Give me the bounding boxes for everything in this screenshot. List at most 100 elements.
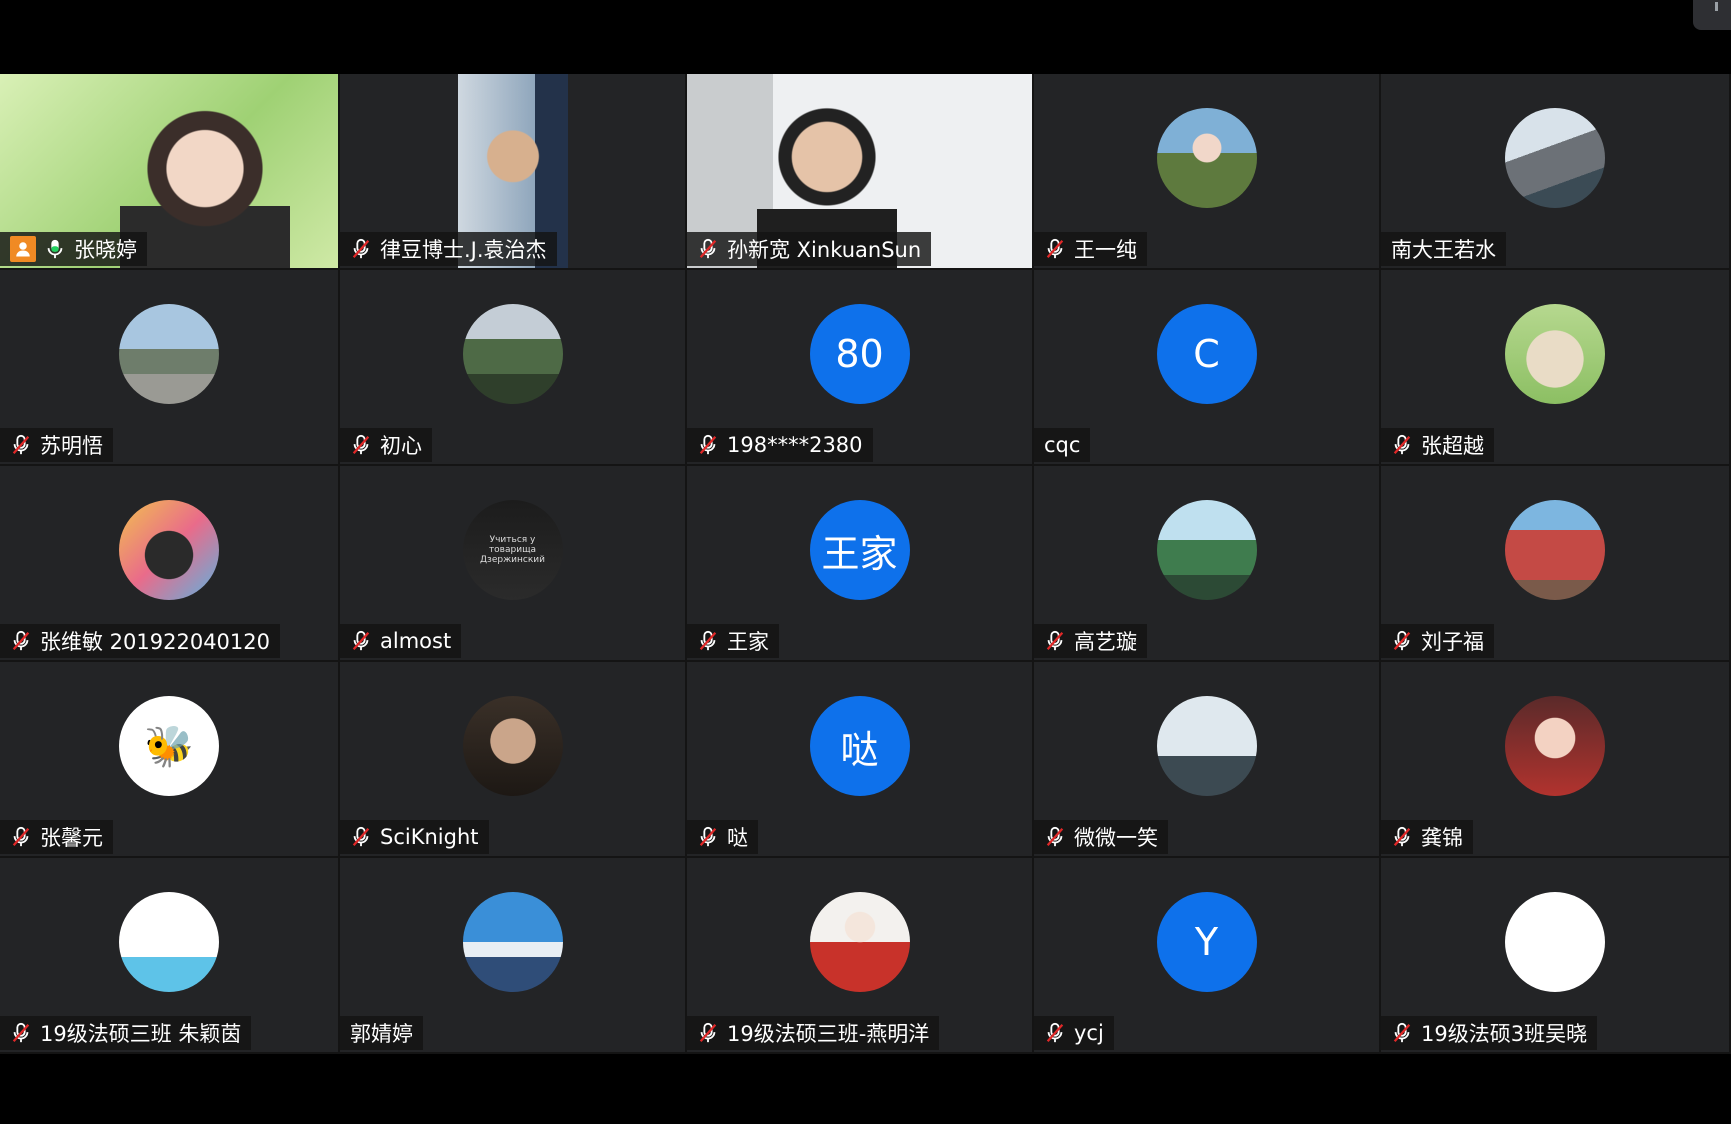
participant-name-tag: 19级法硕三班-燕明洋	[687, 1016, 940, 1050]
participant-name: 龚锦	[1421, 826, 1463, 850]
gallery-grid: 张晓婷 律豆博士.J.袁治杰 孙新宽 XinkuanSun 王一纯 南大王若水苏明悟 初心…	[0, 74, 1731, 1054]
participant-tile[interactable]: 郭婧婷	[340, 858, 687, 1054]
participant-name-tag: 孙新宽 XinkuanSun	[687, 232, 932, 266]
doodle-drawing-icon	[119, 892, 219, 992]
participant-name-tag: 王家	[687, 624, 779, 658]
participant-tile[interactable]: 哒哒	[687, 662, 1034, 858]
participant-name-tag: 郭婧婷	[340, 1016, 423, 1050]
participant-name: 微微一笑	[1074, 826, 1158, 850]
participant-name-tag: 哒	[687, 820, 758, 854]
participant-name: 刘子福	[1421, 630, 1484, 654]
participant-tile[interactable]: Учиться у товарища Дзержинский almost	[340, 466, 687, 662]
mic-muted-icon	[352, 826, 370, 847]
mic-muted-icon	[1046, 630, 1064, 651]
rainbow-apple-logo-icon	[1505, 892, 1605, 992]
mic-muted-icon	[1393, 1022, 1411, 1043]
participant-name-tag: 王一纯	[1034, 232, 1147, 266]
participant-tile[interactable]: 南大王若水	[1381, 74, 1731, 270]
participant-name: 孙新宽 XinkuanSun	[727, 238, 922, 262]
participant-name-tag: 张晓婷	[0, 232, 147, 266]
poster-photo-icon: Учиться у товарища Дзержинский	[462, 500, 563, 600]
participant-name-tag: 高艺璇	[1034, 624, 1147, 658]
sky-photo-icon	[1156, 696, 1257, 796]
participant-tile[interactable]: 孙新宽 XinkuanSun	[687, 74, 1034, 270]
participant-name: 张超越	[1421, 434, 1484, 458]
mic-muted-icon	[1046, 826, 1064, 847]
mic-muted-icon	[1046, 238, 1064, 259]
participant-name-tag: 微微一笑	[1034, 820, 1168, 854]
participant-tile[interactable]: 高艺璇	[1034, 466, 1381, 662]
participant-tile[interactable]: 19级法硕三班 朱颖茵	[0, 858, 340, 1054]
girl-photo-icon	[1156, 108, 1257, 208]
participant-name-tag: 龚锦	[1381, 820, 1473, 854]
participant-name: 郭婧婷	[350, 1022, 413, 1046]
participant-name: 王家	[727, 630, 769, 654]
participant-tile[interactable]: 张维敏 201922040120	[0, 466, 340, 662]
landscape-photo-icon	[462, 304, 563, 404]
avatar-initials: 80	[809, 304, 910, 404]
mic-muted-icon	[12, 1022, 30, 1043]
participant-tile[interactable]: 🐝 张馨元	[0, 662, 340, 858]
participant-tile[interactable]: 张超越	[1381, 270, 1731, 466]
participant-tile[interactable]: 19级法硕3班吴晓	[1381, 858, 1731, 1054]
participant-name-tag: cqc	[1034, 428, 1091, 462]
cat-photo-icon	[1505, 304, 1605, 404]
street-photo-icon	[119, 304, 219, 404]
participant-tile[interactable]: 王家 王家	[687, 466, 1034, 662]
mountain-photo-icon	[462, 892, 563, 992]
participant-tile[interactable]: Ccqc	[1034, 270, 1381, 466]
participant-name-tag: SciKnight	[340, 820, 489, 854]
participant-name-tag: 198****2380	[687, 428, 873, 462]
illustration-portrait-icon	[809, 892, 910, 992]
participant-tile[interactable]: 王一纯	[1034, 74, 1381, 270]
avatar-initials: C	[1156, 304, 1257, 404]
avatar-initials: 王家	[809, 500, 910, 600]
mic-muted-icon	[352, 434, 370, 455]
mic-muted-icon	[699, 826, 717, 847]
participant-name: 高艺璇	[1074, 630, 1137, 654]
participant-name: 198****2380	[727, 433, 863, 457]
participant-name: 王一纯	[1074, 238, 1137, 262]
mic-muted-icon	[699, 630, 717, 651]
town-photo-icon	[1505, 108, 1605, 208]
participant-tile[interactable]: 19级法硕三班-燕明洋	[687, 858, 1034, 1054]
wall-photo-icon	[1505, 500, 1605, 600]
participant-name: 19级法硕三班 朱颖茵	[40, 1022, 242, 1046]
participant-tile[interactable]: 龚锦	[1381, 662, 1731, 858]
participant-name: 苏明悟	[40, 434, 103, 458]
mic-muted-icon	[12, 630, 30, 651]
participant-tile[interactable]: 初心	[340, 270, 687, 466]
participant-name-tag: 张维敏 201922040120	[0, 624, 281, 658]
participant-name-tag: 19级法硕3班吴晓	[1381, 1016, 1598, 1050]
participant-tile[interactable]: 律豆博士.J.袁治杰	[340, 74, 687, 270]
mic-on-icon	[47, 239, 63, 259]
participant-name-tag: 南大王若水	[1381, 232, 1506, 266]
mic-muted-icon	[1393, 826, 1411, 847]
mic-muted-icon	[352, 630, 370, 651]
participant-name-tag: 张超越	[1381, 428, 1494, 462]
participant-tile[interactable]: Yycj	[1034, 858, 1381, 1054]
mic-muted-icon	[352, 238, 370, 259]
participant-name: almost	[380, 629, 452, 653]
participant-tile[interactable]: 80 198****2380	[687, 270, 1034, 466]
host-badge-icon	[10, 236, 36, 262]
participant-tile[interactable]: 张晓婷	[0, 74, 340, 270]
mic-muted-icon	[699, 1022, 717, 1043]
participant-tile[interactable]: 刘子福	[1381, 466, 1731, 662]
participant-name: 张维敏 201922040120	[40, 630, 271, 654]
participant-name-tag: 苏明悟	[0, 428, 113, 462]
participant-name-tag: 刘子福	[1381, 624, 1494, 658]
participant-name-tag: 张馨元	[0, 820, 113, 854]
participant-tile[interactable]: 微微一笑	[1034, 662, 1381, 858]
mic-muted-icon	[1046, 1022, 1064, 1043]
dog-photo-icon	[119, 500, 219, 600]
view-toggle-button[interactable]	[1693, 0, 1731, 30]
participant-name-tag: almost	[340, 624, 462, 658]
participant-name-tag: 初心	[340, 428, 432, 462]
participant-name: ycj	[1074, 1021, 1104, 1045]
participant-name: 张晓婷	[74, 238, 137, 262]
participant-tile[interactable]: SciKnight	[340, 662, 687, 858]
park-photo-icon	[1156, 500, 1257, 600]
participant-tile[interactable]: 苏明悟	[0, 270, 340, 466]
mic-muted-icon	[1393, 630, 1411, 651]
